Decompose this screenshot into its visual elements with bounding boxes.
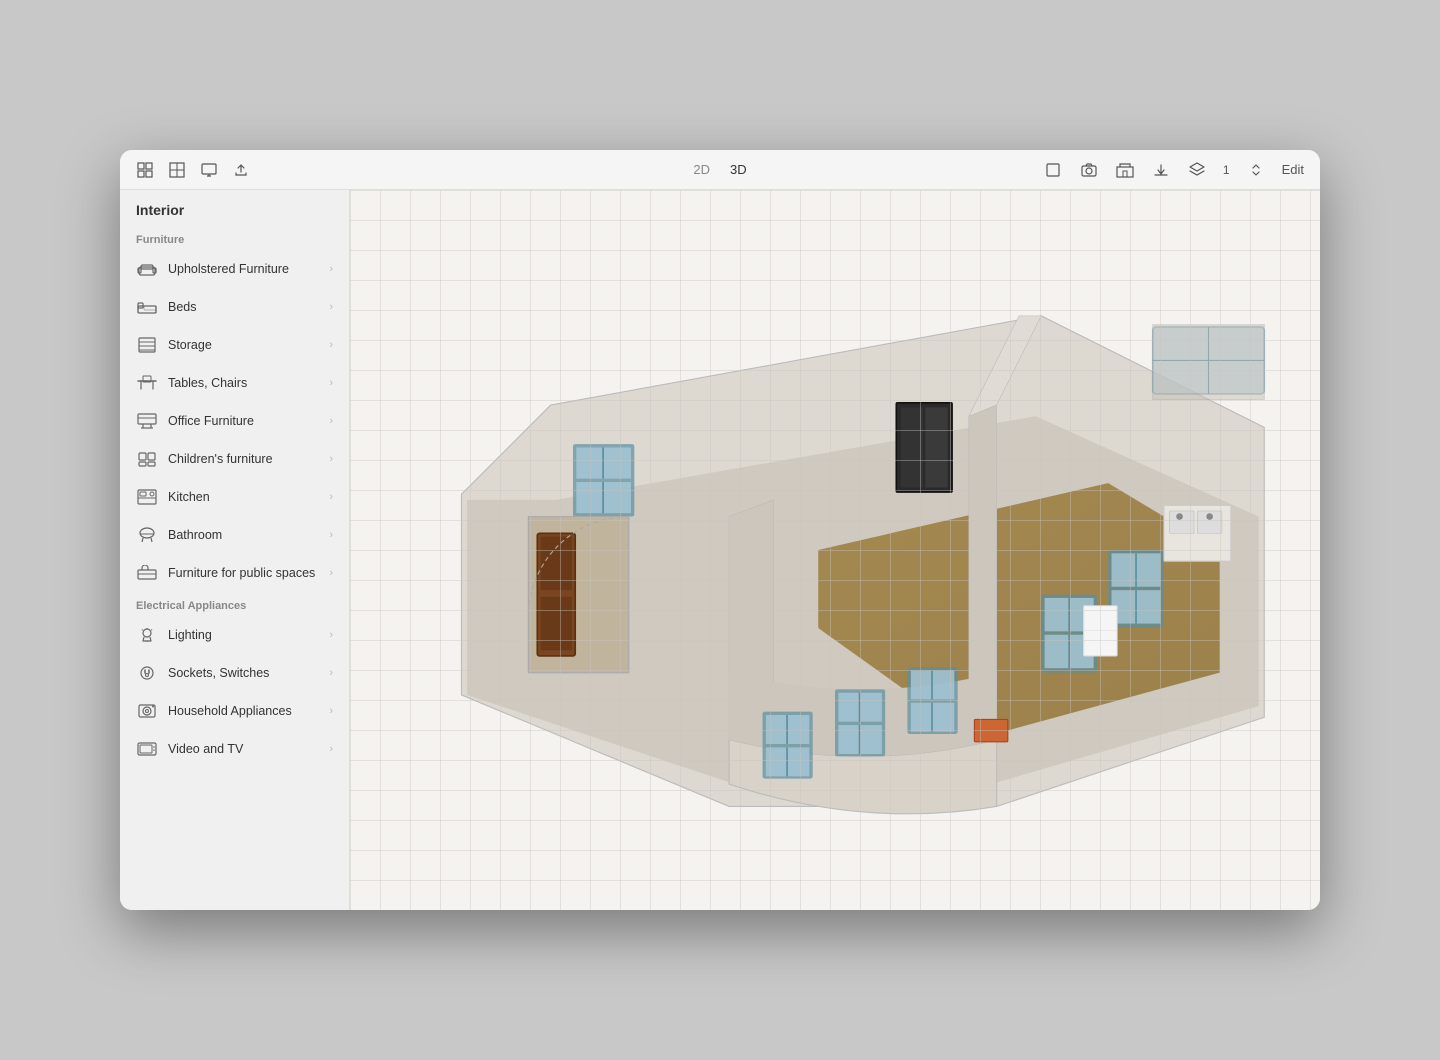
app-window: 2D 3D — [120, 150, 1320, 910]
toolbar-left — [136, 161, 1027, 179]
chevron-right-icon: › — [329, 629, 333, 641]
office-label: Office Furniture — [168, 414, 319, 428]
sidebar-item-sockets[interactable]: Sockets, Switches › — [120, 654, 349, 692]
office-icon — [136, 410, 158, 432]
grid4-icon[interactable] — [168, 161, 186, 179]
chevron-right-icon: › — [329, 301, 333, 313]
chevron-right-icon: › — [329, 743, 333, 755]
building-icon[interactable] — [1115, 160, 1135, 180]
sidebar-item-kitchen[interactable]: Kitchen › — [120, 478, 349, 516]
sidebar-item-lighting[interactable]: Lighting › — [120, 616, 349, 654]
sidebar-item-tables-chairs[interactable]: Tables, Chairs › — [120, 364, 349, 402]
chevron-updown-icon[interactable] — [1246, 160, 1266, 180]
childrens-icon — [136, 448, 158, 470]
chevron-right-icon: › — [329, 667, 333, 679]
chevron-right-icon: › — [329, 339, 333, 351]
bathroom-label: Bathroom — [168, 528, 319, 542]
content-area: Interior Furniture Upholstered Furniture… — [120, 190, 1320, 910]
monitor-icon[interactable] — [200, 161, 218, 179]
lighting-icon — [136, 624, 158, 646]
edit-button[interactable]: Edit — [1282, 162, 1304, 177]
table-icon — [136, 372, 158, 394]
sidebar: Interior Furniture Upholstered Furniture… — [120, 190, 350, 910]
bed-icon — [136, 296, 158, 318]
beds-label: Beds — [168, 300, 319, 314]
main-3d-view[interactable] — [350, 190, 1320, 910]
sidebar-item-bathroom[interactable]: Bathroom › — [120, 516, 349, 554]
chevron-right-icon: › — [329, 415, 333, 427]
sidebar-item-appliances[interactable]: Household Appliances › — [120, 692, 349, 730]
chevron-right-icon: › — [329, 491, 333, 503]
layer-count: 1 — [1223, 163, 1230, 177]
fullscreen-icon[interactable] — [1043, 160, 1063, 180]
sofa-icon — [136, 258, 158, 280]
lighting-label: Lighting — [168, 628, 319, 642]
view-3d-button[interactable]: 3D — [724, 160, 753, 179]
sidebar-item-office[interactable]: Office Furniture › — [120, 402, 349, 440]
section-furniture-header: Furniture — [120, 226, 349, 250]
kitchen-icon — [136, 486, 158, 508]
sidebar-item-storage[interactable]: Storage › — [120, 326, 349, 364]
sidebar-item-upholstered[interactable]: Upholstered Furniture › — [120, 250, 349, 288]
storage-icon — [136, 334, 158, 356]
sockets-icon — [136, 662, 158, 684]
sidebar-item-beds[interactable]: Beds › — [120, 288, 349, 326]
sidebar-item-videotv[interactable]: Video and TV › — [120, 730, 349, 768]
section-electrical-header: Electrical Appliances — [120, 592, 349, 616]
sidebar-title: Interior — [120, 190, 349, 226]
toolbar: 2D 3D — [120, 150, 1320, 190]
sidebar-item-public[interactable]: Furniture for public spaces › — [120, 554, 349, 592]
toolbar-right: 1 Edit — [1043, 160, 1304, 180]
sidebar-item-childrens[interactable]: Children's furniture › — [120, 440, 349, 478]
appliances-label: Household Appliances — [168, 704, 319, 718]
view-2d-button[interactable]: 2D — [687, 160, 716, 179]
chevron-right-icon: › — [329, 377, 333, 389]
chevron-right-icon: › — [329, 263, 333, 275]
public-label: Furniture for public spaces — [168, 566, 319, 580]
appliances-icon — [136, 700, 158, 722]
import-icon[interactable] — [1151, 160, 1171, 180]
sockets-label: Sockets, Switches — [168, 666, 319, 680]
videotv-label: Video and TV — [168, 742, 319, 756]
upload-icon[interactable] — [232, 161, 250, 179]
camera-icon[interactable] — [1079, 160, 1099, 180]
toolbar-view-toggle: 2D 3D — [687, 160, 752, 179]
chevron-right-icon: › — [329, 529, 333, 541]
grid-icon[interactable] — [136, 161, 154, 179]
videotv-icon — [136, 738, 158, 760]
childrens-label: Children's furniture — [168, 452, 319, 466]
public-icon — [136, 562, 158, 584]
bathroom-icon — [136, 524, 158, 546]
chevron-right-icon: › — [329, 705, 333, 717]
storage-label: Storage — [168, 338, 319, 352]
layers-icon[interactable] — [1187, 160, 1207, 180]
kitchen-label: Kitchen — [168, 490, 319, 504]
chevron-right-icon: › — [329, 567, 333, 579]
upholstered-label: Upholstered Furniture — [168, 262, 319, 276]
tables-chairs-label: Tables, Chairs — [168, 376, 319, 390]
chevron-right-icon: › — [329, 453, 333, 465]
